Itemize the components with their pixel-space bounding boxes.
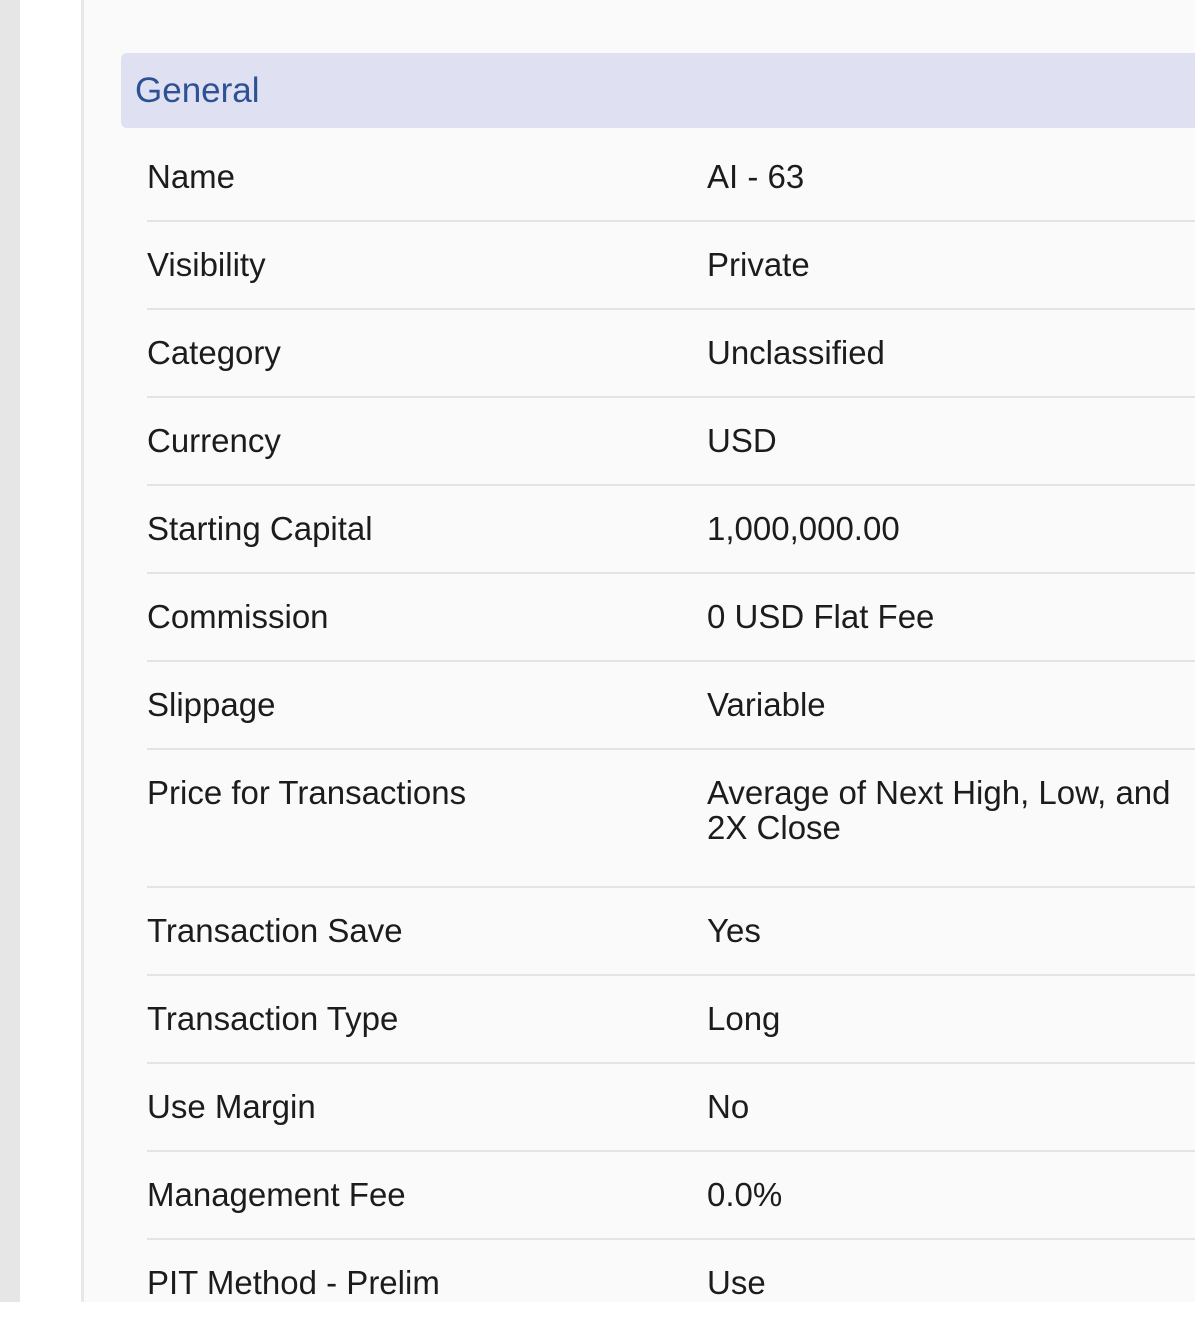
setting-label: Name [147,158,236,195]
setting-row-transaction-type: Transaction Type Long [147,976,1195,1064]
setting-value: Variable [707,686,826,723]
setting-value: USD [707,422,777,459]
section-header-general[interactable]: General [121,53,1195,128]
section-title: General [135,71,260,110]
setting-row-currency: Currency USD [147,398,1195,486]
setting-label: Transaction Save [147,912,403,949]
setting-value: Yes [707,912,761,949]
setting-row-visibility: Visibility Private [147,222,1195,310]
setting-row-price-for-transactions: Price for Transactions Average of Next H… [147,750,1195,888]
setting-value: 0.0% [707,1176,783,1213]
setting-row-use-margin: Use Margin No [147,1064,1195,1152]
setting-label: Currency [147,422,281,459]
left-gutter [0,0,20,1302]
left-margin [20,0,81,1302]
setting-label: Transaction Type [147,1000,399,1037]
setting-row-management-fee: Management Fee 0.0% [147,1152,1195,1240]
setting-label: Commission [147,598,329,635]
setting-label: Starting Capital [147,510,373,547]
setting-label: Price for Transactions [147,774,467,811]
setting-row-slippage: Slippage Variable [147,662,1195,750]
setting-value: 1,000,000.00 [707,510,900,547]
setting-label: Category [147,334,281,371]
setting-label: Use Margin [147,1088,316,1125]
setting-row-name: Name AI - 63 [147,134,1195,222]
setting-row-starting-capital: Starting Capital 1,000,000.00 [147,486,1195,574]
setting-row-commission: Commission 0 USD Flat Fee [147,574,1195,662]
setting-value: Unclassified [707,334,885,371]
setting-label: Visibility [147,246,266,283]
setting-label: Management Fee [147,1176,406,1213]
setting-value: Average of Next High, Low, and 2X Close [707,774,1171,846]
setting-value: AI - 63 [707,158,805,195]
setting-value: Use [707,1264,766,1301]
settings-table: Name AI - 63 Visibility Private Category… [147,134,1195,1320]
setting-value: Private [707,246,810,283]
setting-row-transaction-save: Transaction Save Yes [147,888,1195,976]
setting-label: PIT Method - Prelim [147,1264,440,1301]
setting-label: Slippage [147,686,276,723]
setting-row-pit-method-prelim: PIT Method - Prelim Use [147,1240,1195,1320]
setting-row-category: Category Unclassified [147,310,1195,398]
setting-value: 0 USD Flat Fee [707,598,935,635]
setting-value: Long [707,1000,781,1037]
setting-value: No [707,1088,750,1125]
